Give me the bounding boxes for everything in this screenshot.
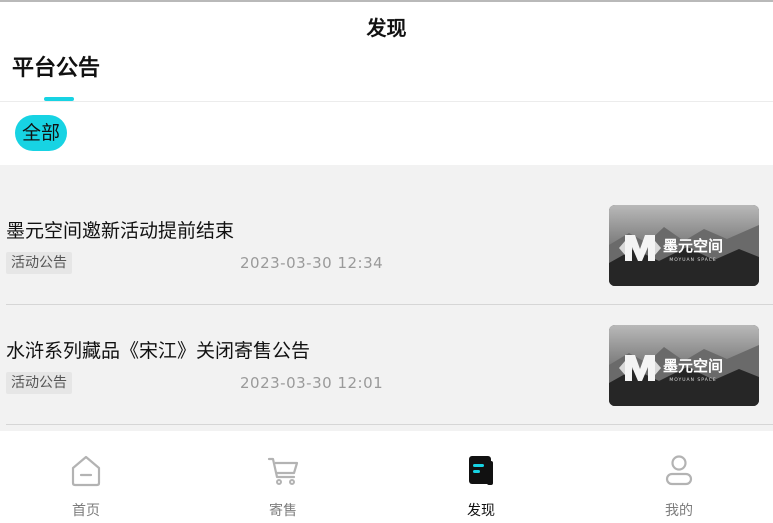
- row-divider: [6, 424, 773, 425]
- header-divider: [0, 101, 773, 102]
- page-title: 发现: [366, 16, 407, 40]
- tab-label: 寄售: [269, 503, 297, 519]
- filter-chip-all[interactable]: 全部: [15, 115, 67, 151]
- tab-consign[interactable]: 寄售: [233, 431, 333, 523]
- notice-tag: 活动公告: [6, 372, 72, 394]
- discover-icon: [469, 456, 493, 485]
- tab-platform-notices[interactable]: 平台公告: [12, 54, 100, 84]
- notice-date: 2023-03-30 12:01: [240, 374, 384, 392]
- notice-tag: 活动公告: [6, 252, 72, 274]
- tab-profile[interactable]: 我的: [629, 431, 729, 523]
- thumb-brand-text: 墨元空间: [663, 237, 723, 255]
- cart-icon: [267, 457, 299, 485]
- notice-item[interactable]: 墨元空间邀新活动提前结束 活动公告 2023-03-30 12:34 墨元空间 …: [0, 165, 773, 305]
- top-border: [0, 0, 773, 2]
- profile-icon: [665, 455, 693, 486]
- thumb-brand-sub: MOYUAN SPACE: [669, 377, 716, 383]
- moyuan-space-logo: 墨元空间 MOYUAN SPACE: [609, 205, 759, 286]
- tab-label: 首页: [72, 503, 100, 519]
- tab-label: 发现: [467, 503, 495, 519]
- notice-item[interactable]: 水浒系列藏品《宋江》关闭寄售公告 活动公告 2023-03-30 12:01 墨…: [0, 285, 773, 425]
- bottom-tab-bar: 首页 寄售 发现 我的: [0, 431, 773, 523]
- tab-discover[interactable]: 发现: [431, 431, 531, 523]
- thumb-brand-text: 墨元空间: [663, 357, 723, 375]
- notice-title[interactable]: 墨元空间邀新活动提前结束: [6, 218, 234, 244]
- tab-label: 我的: [665, 503, 693, 519]
- moyuan-space-logo: 墨元空间 MOYUAN SPACE: [609, 325, 759, 406]
- notice-thumbnail[interactable]: 墨元空间 MOYUAN SPACE: [609, 205, 759, 286]
- home-icon: [71, 455, 101, 487]
- notice-thumbnail[interactable]: 墨元空间 MOYUAN SPACE: [609, 325, 759, 406]
- tab-home[interactable]: 首页: [36, 431, 136, 523]
- notice-date: 2023-03-30 12:34: [240, 254, 384, 272]
- notice-list[interactable]: 墨元空间邀新活动提前结束 活动公告 2023-03-30 12:34 墨元空间 …: [0, 165, 773, 431]
- thumb-brand-sub: MOYUAN SPACE: [669, 257, 716, 263]
- notice-title[interactable]: 水浒系列藏品《宋江》关闭寄售公告: [6, 338, 310, 364]
